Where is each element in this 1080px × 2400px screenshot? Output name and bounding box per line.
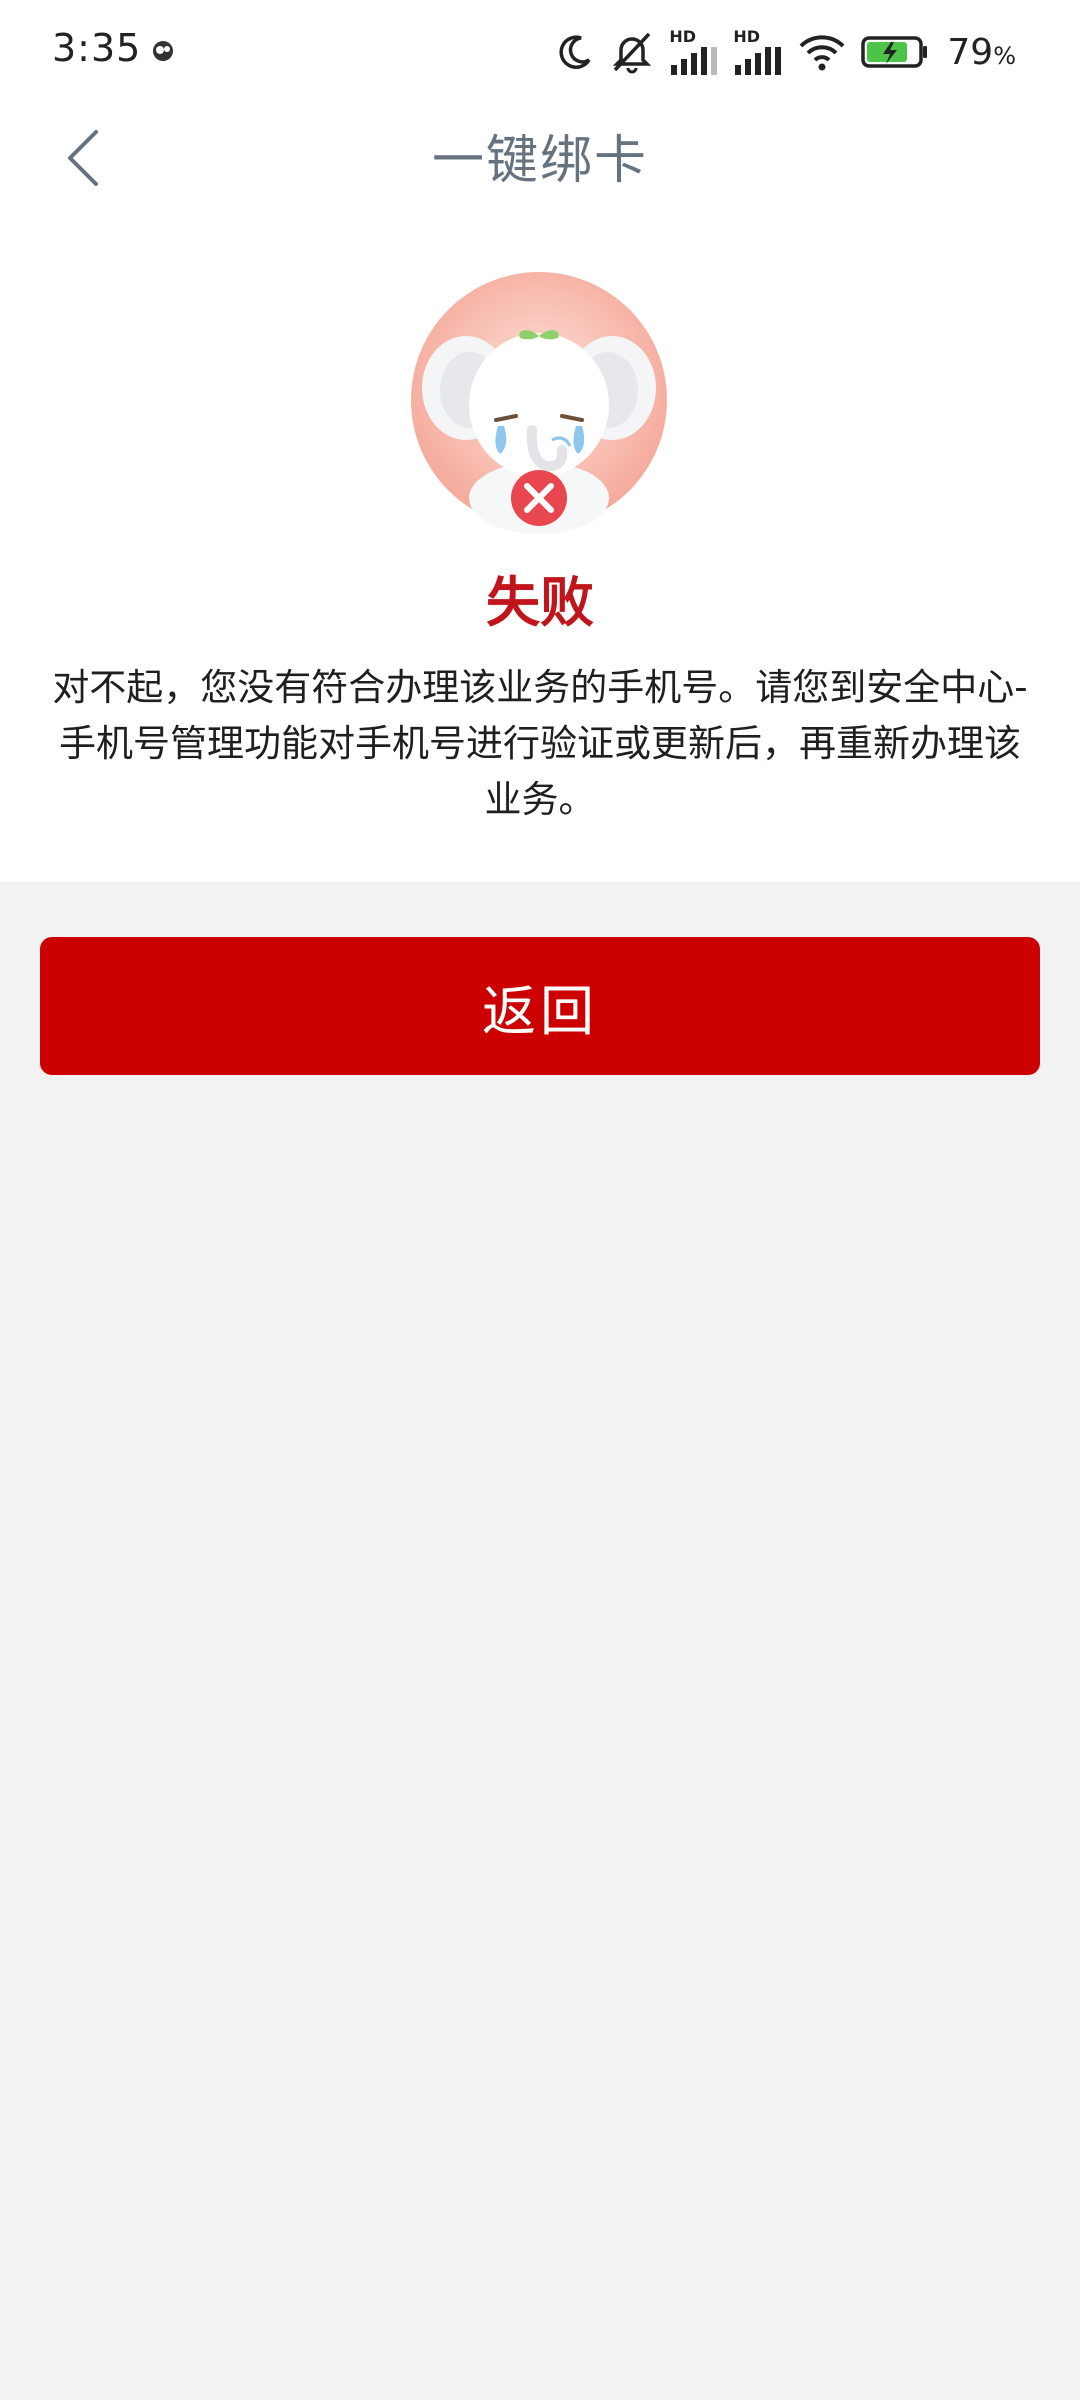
signal-bars-icon xyxy=(671,47,718,75)
page-title: 一键绑卡 xyxy=(431,131,648,191)
signal-bars-icon xyxy=(735,47,782,75)
sad-elephant-failure-illustration xyxy=(411,272,667,534)
result-message: 对不起，您没有符合办理该业务的手机号。请您到安全中心-手机号管理功能对手机号进行… xyxy=(52,666,1028,821)
signal-2: HD xyxy=(733,29,783,75)
signal-1: HD xyxy=(669,29,719,75)
status-icons: HD HD 79% xyxy=(555,26,1016,78)
result-title: 失败 xyxy=(486,571,594,634)
status-time: 3:35 xyxy=(52,26,142,70)
mute-bell-icon xyxy=(613,32,652,74)
moon-icon xyxy=(559,35,591,69)
app-notification-icon xyxy=(153,41,173,61)
signal-2-label: HD xyxy=(733,27,761,46)
wifi-icon xyxy=(799,35,845,71)
signal-1-label: HD xyxy=(669,27,697,46)
top-nav-bar: 一键绑卡 xyxy=(0,104,1080,200)
result-panel: 失败 对不起，您没有符合办理该业务的手机号。请您到安全中心-手机号管理功能对手机… xyxy=(0,200,1080,882)
return-button[interactable]: 返回 xyxy=(40,937,1040,1075)
battery-icon xyxy=(861,36,928,68)
battery-percent: 79% xyxy=(947,31,1016,73)
status-bar: 3:35 HD HD 79% xyxy=(0,0,1080,104)
